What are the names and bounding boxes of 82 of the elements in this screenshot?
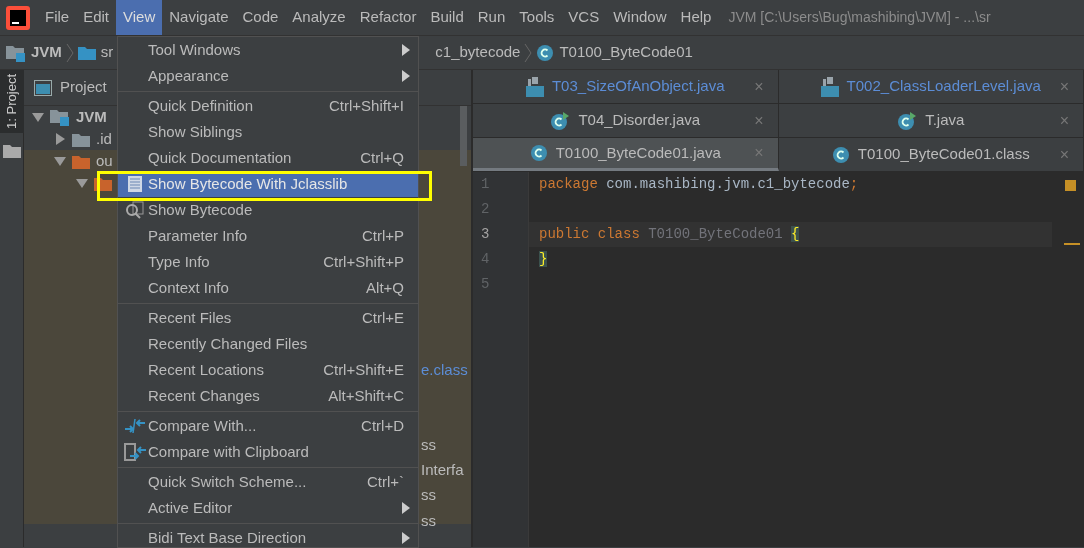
menu-item[interactable]: Refactor [352, 0, 424, 35]
breadcrumb-item[interactable]: JVM [31, 41, 62, 64]
binary-file-icon [128, 176, 142, 192]
tree-item-text: ss [421, 511, 436, 531]
warning-marker [1065, 180, 1076, 191]
editor-tab[interactable]: T04_Disorder.java × [473, 104, 779, 137]
menu-item[interactable]: Context Info Alt+Q [118, 275, 418, 301]
expanded-arrow-icon[interactable] [32, 111, 44, 123]
menu-item[interactable]: Type Info Ctrl+Shift+P [118, 249, 418, 275]
expanded-arrow-icon[interactable] [54, 155, 66, 167]
editor-tab[interactable]: T03_SizeOfAnObject.java × [473, 70, 779, 103]
menu-item[interactable]: Quick Switch Scheme... Ctrl+` [118, 469, 418, 495]
menu-item[interactable]: View [116, 0, 163, 35]
menu-item[interactable]: Analyze [285, 0, 353, 35]
menu-item[interactable]: Parameter Info Ctrl+P [118, 223, 418, 249]
menu-item[interactable]: Recent Files Ctrl+E [118, 305, 418, 331]
app-logo-icon [6, 6, 30, 30]
menu-item[interactable]: Edit [76, 0, 117, 35]
menu-item[interactable]: Appearance [118, 63, 418, 89]
class-icon [831, 145, 850, 164]
menu-item[interactable]: Compare With... Ctrl+D [118, 413, 418, 439]
window-title: JVM [C:\Users\Bug\mashibing\JVM] - ...\sr [728, 8, 991, 27]
module-folder-icon [50, 108, 70, 126]
chevron-icon [524, 42, 533, 63]
menu-item[interactable]: Recent Changes Alt+Shift+C [118, 383, 418, 409]
clipboard-compare-icon [124, 442, 146, 462]
menu-item[interactable]: Help [673, 0, 719, 35]
tree-item-text: ss [421, 485, 436, 505]
editor-tab[interactable]: T0100_ByteCode01.class × [778, 138, 1084, 171]
tree-item[interactable]: .id [96, 127, 112, 151]
menu-item[interactable]: Show Bytecode [118, 197, 418, 223]
menu-item[interactable]: Bidi Text Base Direction [118, 525, 418, 547]
line-number: 3 [480, 225, 491, 244]
menu-item[interactable]: Active Editor [118, 495, 418, 521]
menu-item[interactable]: File [38, 0, 77, 35]
menu-item[interactable]: Run [470, 0, 513, 35]
tree-item-text: e.class [421, 360, 468, 380]
tree-item[interactable]: JVM [76, 105, 107, 129]
expanded-arrow-icon[interactable] [76, 177, 88, 189]
menu-item[interactable]: Build [423, 0, 471, 35]
menu-item[interactable]: Code [235, 0, 286, 35]
compare-arrows-icon [125, 417, 145, 435]
panel-title: Project [60, 77, 107, 98]
breadcrumb-item[interactable]: c1_bytecode [435, 41, 521, 64]
code-line: package com.mashibing.jvm.c1_bytecode; [538, 175, 860, 194]
scrollbar-thumb[interactable] [460, 106, 467, 166]
menu-item[interactable]: Tools [512, 0, 562, 35]
editor-tab[interactable]: T002_ClassLoaderLevel.java × [778, 70, 1084, 103]
runnable-class-icon [550, 110, 571, 131]
menu-item[interactable]: Show Siblings [118, 119, 418, 145]
menu-item[interactable]: VCS [561, 0, 607, 35]
java-file-icon [820, 76, 839, 97]
menu-item[interactable]: Recent Locations Ctrl+Shift+E [118, 357, 418, 383]
collapsed-arrow-icon[interactable] [54, 133, 66, 145]
editor-tab[interactable]: T0100_ByteCode01.java × [473, 138, 779, 171]
runnable-class-icon [897, 110, 918, 131]
tree-item[interactable]: ou [96, 149, 113, 173]
menu-item[interactable]: Tool Windows [118, 37, 418, 63]
folder-icon [72, 153, 90, 169]
folder-icon [2, 142, 21, 158]
panel-icon [34, 79, 52, 96]
class-icon [529, 144, 548, 162]
folder-icon [72, 131, 90, 147]
tool-window-tab[interactable]: 1: Project [0, 70, 24, 133]
class-icon [536, 43, 555, 62]
breadcrumb-item[interactable]: T0100_ByteCode01 [559, 41, 693, 64]
folder-icon [77, 45, 96, 60]
editor-tab[interactable]: T.java × [778, 104, 1084, 137]
menu-item[interactable]: Quick Documentation Ctrl+Q [118, 145, 418, 171]
menu-item[interactable]: Navigate [162, 0, 236, 35]
menu-item[interactable]: Compare with Clipboard [118, 439, 418, 465]
module-folder-icon [6, 43, 26, 62]
menu-item[interactable]: Recently Changed Files [118, 331, 418, 357]
search-icon [125, 201, 145, 219]
menu-item[interactable]: Window [606, 0, 674, 35]
error-stripe-mark [1064, 243, 1080, 245]
breadcrumb-item[interactable]: sr [100, 41, 114, 64]
menu-item[interactable]: Quick Definition Ctrl+Shift+I [118, 93, 418, 119]
java-file-icon [525, 76, 544, 97]
tree-item-text: ss [421, 435, 436, 455]
chevron-icon [65, 42, 74, 63]
tree-item-text: Interfa [421, 460, 464, 480]
